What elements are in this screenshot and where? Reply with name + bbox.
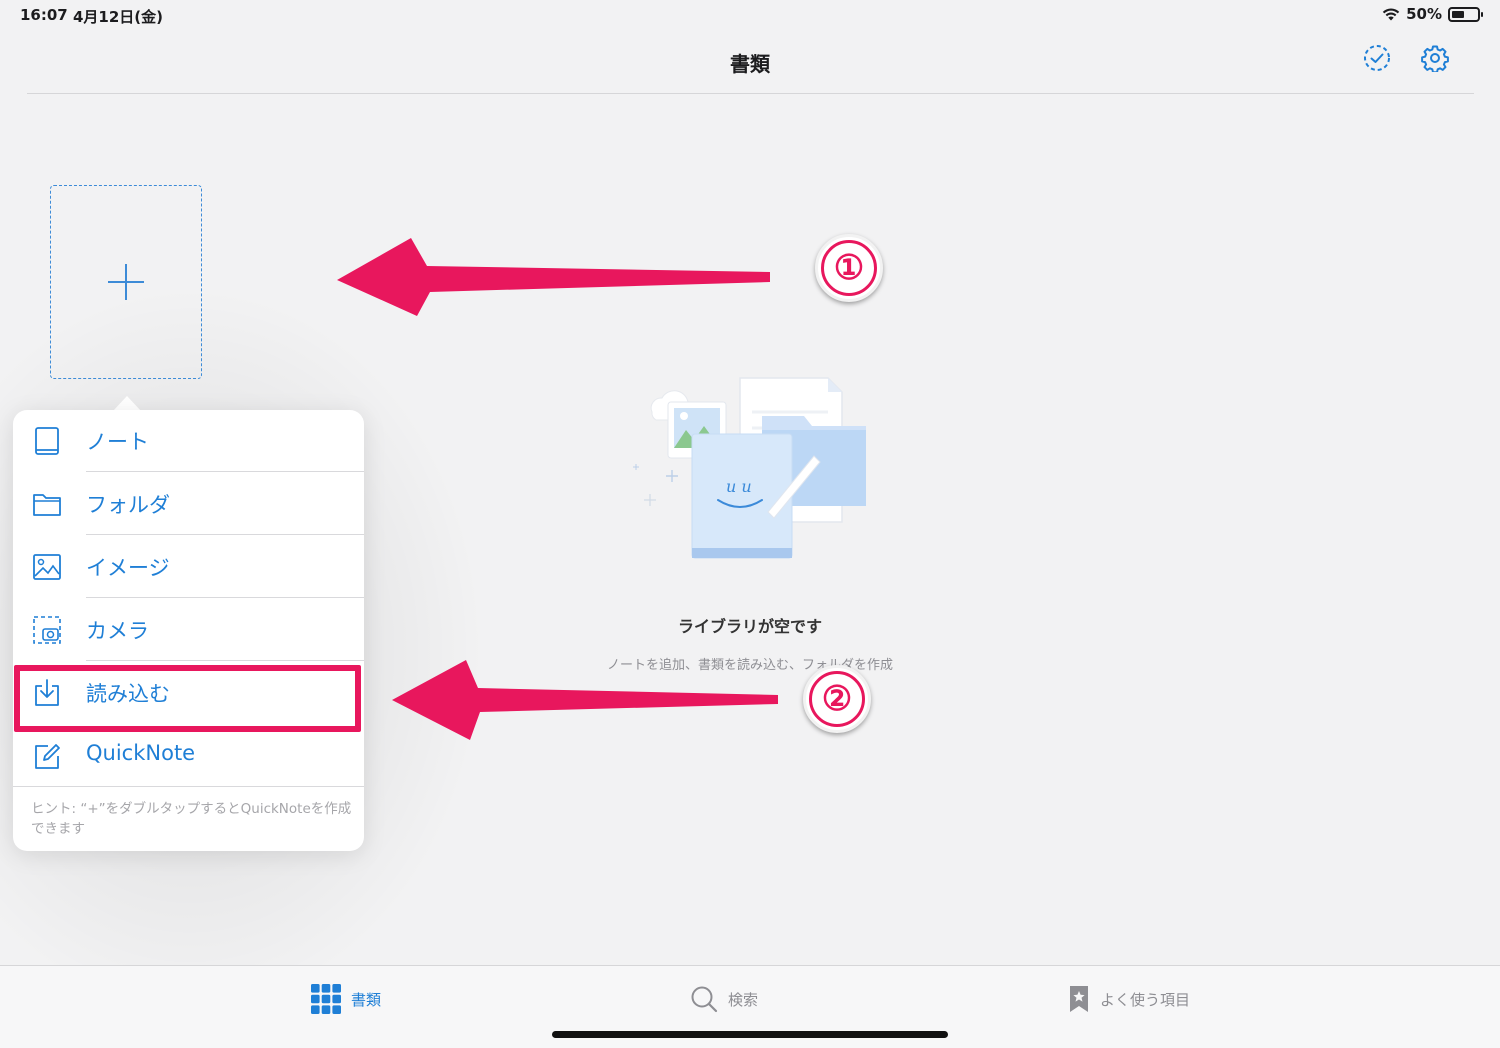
status-time: 16:07 [20, 6, 68, 24]
tab-label-search: 検索 [728, 990, 759, 1009]
menu-label-note: ノート [86, 430, 149, 454]
menu-divider [86, 597, 364, 598]
notebook-icon [35, 427, 59, 455]
add-menu-popover: ノート フォルダ イメージ カメラ 読み込む QuickNote ヒント: “+… [13, 410, 364, 851]
menu-label-import: 読み込む [86, 682, 170, 706]
grid-icon [311, 984, 341, 1014]
battery-percent: 50% [1406, 5, 1442, 23]
annotation-arrow-2 [392, 660, 778, 740]
menu-divider [86, 660, 364, 661]
add-document-tile[interactable] [50, 185, 202, 379]
home-indicator [552, 1031, 948, 1038]
status-right: 50% [1382, 5, 1483, 23]
compose-icon [35, 744, 60, 769]
page-title: 書類 [730, 52, 770, 76]
tab-documents[interactable]: 書類 [311, 984, 381, 1014]
battery-icon [1448, 6, 1483, 22]
tab-label-documents: 書類 [351, 990, 382, 1009]
annotation-badge-1: ① [815, 234, 883, 302]
menu-divider [86, 471, 364, 472]
search-icon [691, 986, 718, 1013]
gear-icon [1421, 45, 1449, 72]
image-icon [33, 554, 61, 580]
wifi-icon [1382, 8, 1400, 21]
menu-item-import[interactable]: 読み込む [13, 662, 364, 724]
menu-label-camera: カメラ [86, 619, 149, 643]
menu-divider [86, 534, 364, 535]
menu-label-image: イメージ [86, 556, 170, 580]
menu-hint: ヒント: “+”をダブルタップするとQuickNoteを作成できます [31, 801, 352, 837]
annotation-badge-2: ② [803, 665, 871, 733]
settings-button[interactable] [1419, 42, 1451, 74]
tab-favorites[interactable]: よく使う項目 [1068, 984, 1190, 1014]
svg-text:u u: u u [726, 477, 752, 496]
annotation-arrow-1 [337, 238, 770, 316]
menu-item-folder[interactable]: フォルダ [13, 473, 364, 535]
nav-divider [27, 93, 1474, 94]
folder-icon [33, 494, 61, 516]
select-button[interactable] [1361, 42, 1393, 74]
status-date: 4月12日(金) [73, 8, 164, 26]
plus-icon [108, 264, 144, 300]
tab-search[interactable]: 検索 [690, 984, 758, 1014]
menu-item-note[interactable]: ノート [13, 410, 364, 472]
menu-item-image[interactable]: イメージ [13, 536, 364, 598]
annotation-badge-1-label: ① [821, 240, 877, 296]
annotation-badge-2-label: ② [809, 671, 865, 727]
battery-level [1452, 10, 1464, 18]
status-bar: 16:07 4月12日(金) 50% [0, 0, 1500, 30]
popover-pointer [113, 396, 141, 411]
tab-label-favorites: よく使う項目 [1100, 990, 1191, 1009]
menu-item-quicknote[interactable]: QuickNote [13, 725, 364, 787]
menu-divider [13, 786, 364, 787]
import-icon [35, 679, 59, 706]
menu-label-folder: フォルダ [86, 493, 170, 517]
bookmark-star-icon [1070, 986, 1088, 1012]
menu-label-quicknote: QuickNote [86, 741, 196, 765]
checkmark-circle-dashed-icon [1364, 45, 1390, 71]
camera-icon [33, 616, 61, 644]
empty-library-illustration: u u [633, 377, 866, 559]
menu-item-camera[interactable]: カメラ [13, 599, 364, 661]
